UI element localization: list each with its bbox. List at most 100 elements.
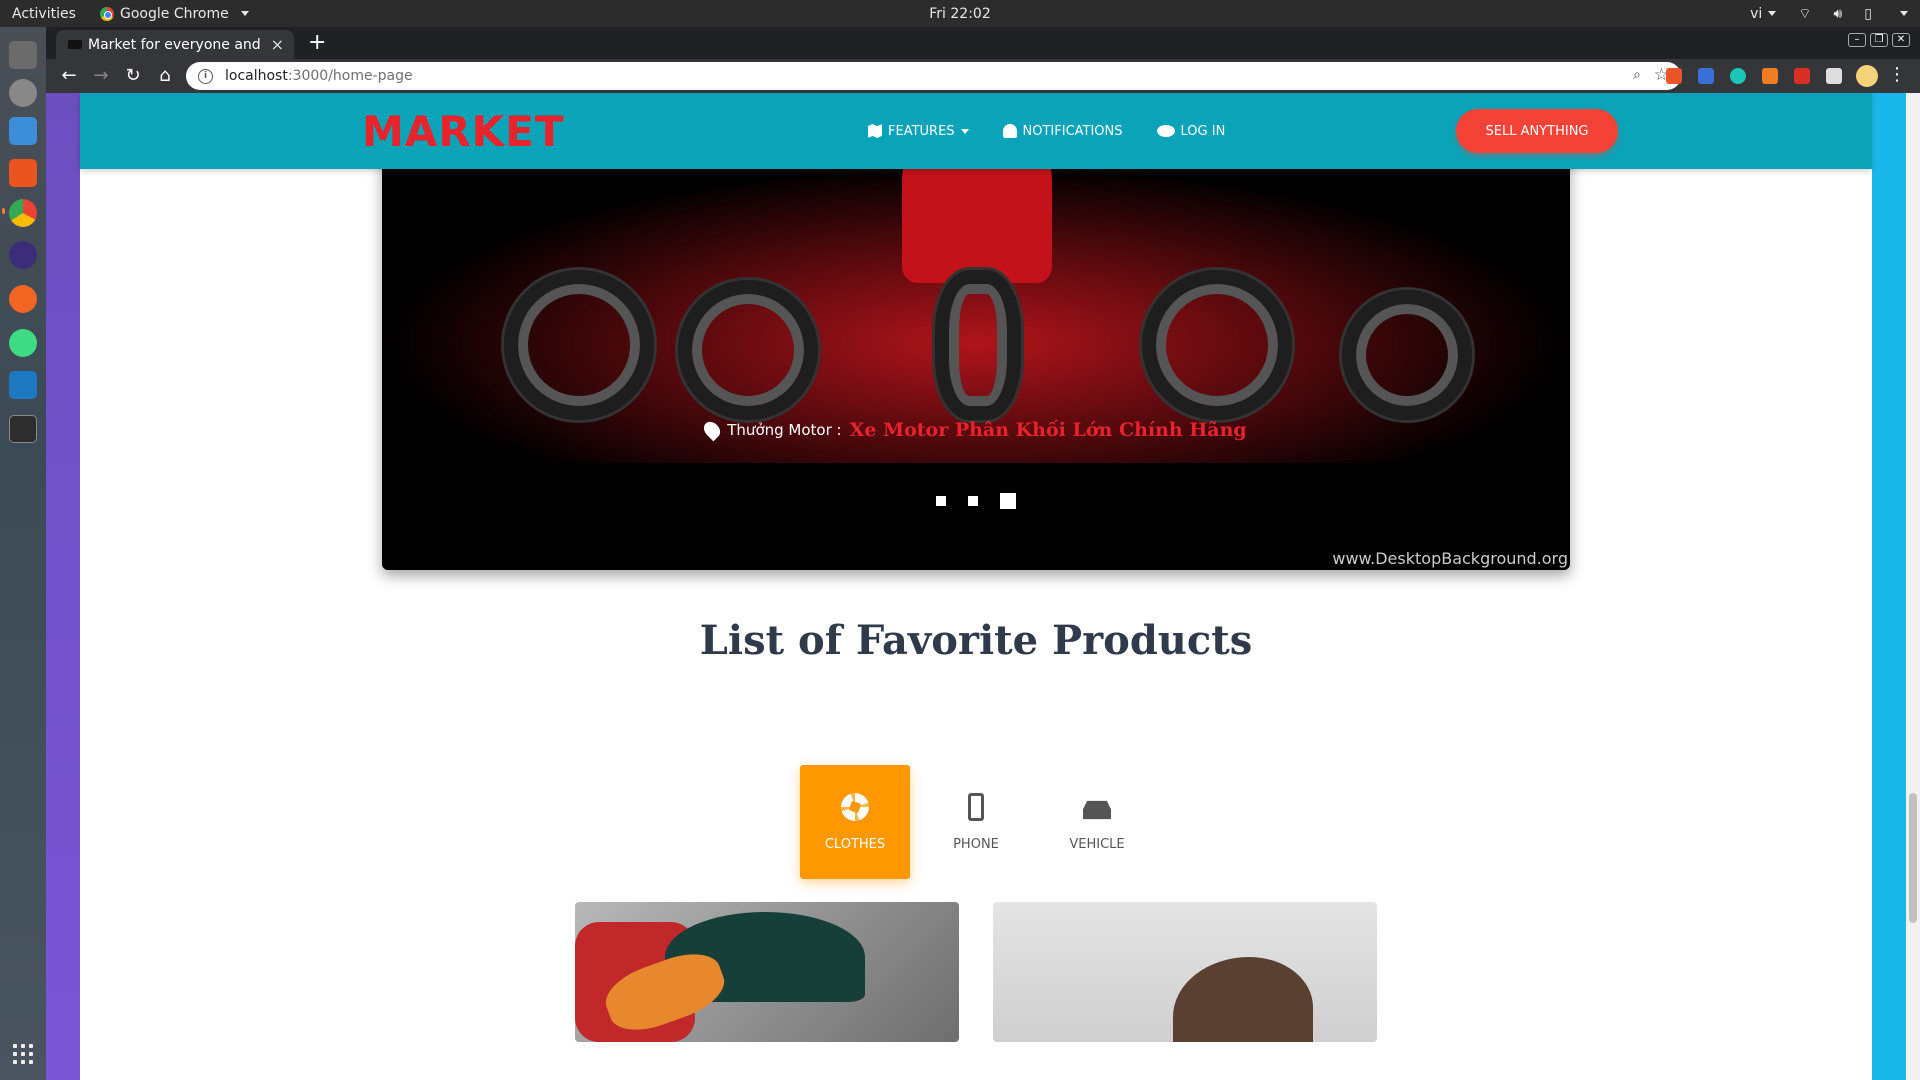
profile-avatar[interactable]	[1856, 65, 1878, 87]
vscode-icon[interactable]	[9, 371, 37, 399]
carousel-caption: Thưởng Motor : Xe Motor Phân Khối Lớn Ch…	[382, 418, 1570, 442]
chevron-down-icon	[1768, 11, 1777, 16]
minimize-button[interactable]: –	[1848, 33, 1866, 47]
bell-icon	[1002, 124, 1017, 138]
location-pin-icon	[700, 418, 724, 442]
page-background-right	[1872, 93, 1906, 1080]
back-button[interactable]: ←	[58, 65, 80, 86]
carousel-indicators	[382, 493, 1570, 509]
reload-button[interactable]: ↻	[122, 65, 144, 86]
tab-vehicle[interactable]: VEHICLE	[1042, 765, 1152, 879]
carousel-indicator[interactable]	[968, 496, 978, 506]
tab-phone[interactable]: PHONE	[921, 765, 1031, 879]
show-applications-icon[interactable]	[13, 1044, 33, 1064]
login-label: LOG IN	[1180, 123, 1226, 139]
map-icon	[868, 124, 882, 138]
page-scrollbar[interactable]	[1906, 93, 1920, 1080]
motorcycle-wheel	[678, 280, 818, 420]
image-watermark: www.DesktopBackground.org	[1332, 549, 1568, 568]
battery-icon[interactable]: ▯	[1864, 6, 1872, 22]
cloud-upload-icon	[1156, 125, 1175, 137]
volume-icon[interactable]: 🔊︎	[1833, 6, 1842, 22]
translate-extension-icon[interactable]	[1698, 68, 1714, 84]
extension-icon-3[interactable]	[1730, 68, 1746, 84]
site-info-icon[interactable]: i	[198, 68, 213, 84]
notifications-label: NOTIFICATIONS	[1022, 123, 1123, 139]
product-card-image[interactable]	[993, 902, 1377, 1042]
category-tabs: CLOTHES PHONE VEHICLE	[800, 765, 1152, 879]
favicon	[68, 40, 82, 49]
chrome-menu-icon[interactable]: ⋮	[1888, 64, 1906, 85]
scrollbar-thumb[interactable]	[1909, 793, 1917, 923]
browser-tab[interactable]: Market for everyone and e ×	[56, 30, 294, 59]
site-logo[interactable]: MARKET	[362, 107, 565, 156]
text-editor-icon[interactable]	[9, 117, 37, 145]
site-navbar: MARKET FEATURES NOTIFICATIONS LOG IN SEL…	[80, 93, 1872, 169]
aperture-icon	[841, 792, 869, 821]
notifications-link[interactable]: NOTIFICATIONS	[1002, 123, 1123, 139]
extension-icon-6[interactable]	[1826, 68, 1842, 84]
tab-title: Market for everyone and e	[88, 36, 260, 53]
page-background-left	[46, 93, 80, 1080]
carousel-indicator-active[interactable]	[1000, 493, 1016, 509]
url-path: :3000/home-page	[287, 68, 413, 84]
close-window-button[interactable]: ✕	[1892, 33, 1910, 47]
os-top-bar: Activities Google Chrome Fri 22:02 vi ⌔ …	[0, 0, 1920, 27]
home-button[interactable]: ⌂	[154, 65, 176, 86]
product-card-image[interactable]	[575, 902, 959, 1042]
caption-product-name: Xe Motor Phân Khối Lớn Chính Hãng	[849, 419, 1247, 441]
extension-icon-5[interactable]	[1794, 68, 1810, 84]
close-tab-icon[interactable]: ×	[271, 35, 284, 54]
app-menu[interactable]: Google Chrome	[92, 6, 249, 22]
chevron-down-icon	[240, 11, 249, 16]
motorcycle-wheel	[504, 270, 654, 420]
sell-anything-button[interactable]: SELL ANYTHING	[1456, 109, 1618, 153]
login-link[interactable]: LOG IN	[1156, 123, 1226, 139]
language-label: vi	[1750, 5, 1763, 22]
input-language-menu[interactable]: vi	[1750, 5, 1777, 22]
page-viewport: ‹ › Thưởng Motor : Xe Motor Phân Khối Lớ…	[46, 93, 1920, 1080]
carousel-indicator[interactable]	[936, 496, 946, 506]
terminal-icon[interactable]	[9, 415, 37, 443]
product-photo-detail	[1173, 957, 1313, 1042]
activities-button[interactable]: Activities	[0, 6, 92, 22]
tab-strip: Market for everyone and e × + – ❐ ✕	[46, 27, 1920, 59]
active-app-indicator	[2, 208, 5, 214]
tab-label: CLOTHES	[824, 836, 886, 852]
tab-label: PHONE	[953, 836, 999, 852]
section-title: List of Favorite Products	[699, 617, 1253, 664]
forward-button[interactable]: →	[90, 65, 112, 86]
software-center-icon[interactable]	[9, 159, 37, 187]
app-name: Google Chrome	[120, 5, 229, 22]
tab-label: VEHICLE	[1069, 836, 1125, 852]
phone-vibrate-icon	[968, 792, 984, 821]
chrome-dock-icon[interactable]	[9, 199, 37, 227]
browser-window: Market for everyone and e × + – ❐ ✕ ← → …	[46, 27, 1920, 1080]
clock[interactable]: Fri 22:02	[0, 6, 1920, 22]
motorcycle-wheel	[935, 270, 1021, 420]
address-bar[interactable]: i localhost:3000/home-page ⌕ ☆	[186, 62, 1681, 90]
android-studio-icon[interactable]	[9, 329, 37, 357]
motorcycle-wheel	[1142, 270, 1292, 420]
postman-icon[interactable]	[9, 285, 37, 313]
extension-icon-1[interactable]	[1666, 68, 1682, 84]
new-tab-button[interactable]: +	[308, 30, 326, 55]
browser-toolbar: ← → ↻ ⌂ i localhost:3000/home-page ⌕ ☆ ⋮	[46, 59, 1920, 93]
motorcycle-wheel	[1342, 290, 1472, 420]
eclipse-icon[interactable]	[9, 241, 37, 269]
car-icon	[1083, 800, 1111, 820]
wifi-icon[interactable]: ⌔	[1798, 5, 1811, 23]
dock	[0, 27, 46, 1080]
settings-icon[interactable]	[9, 79, 37, 107]
restore-button[interactable]: ❐	[1870, 33, 1888, 47]
url-host: localhost	[225, 68, 288, 84]
files-icon[interactable]	[9, 41, 37, 69]
zoom-icon[interactable]: ⌕	[1633, 67, 1641, 83]
extension-icon-4[interactable]	[1762, 68, 1778, 84]
features-dropdown[interactable]: FEATURES	[868, 124, 969, 139]
chrome-icon	[100, 6, 114, 21]
system-menu-icon[interactable]	[1900, 11, 1908, 16]
tab-clothes[interactable]: CLOTHES	[800, 765, 910, 879]
caption-location: Thưởng Motor :	[727, 421, 842, 439]
features-label: FEATURES	[888, 123, 955, 139]
